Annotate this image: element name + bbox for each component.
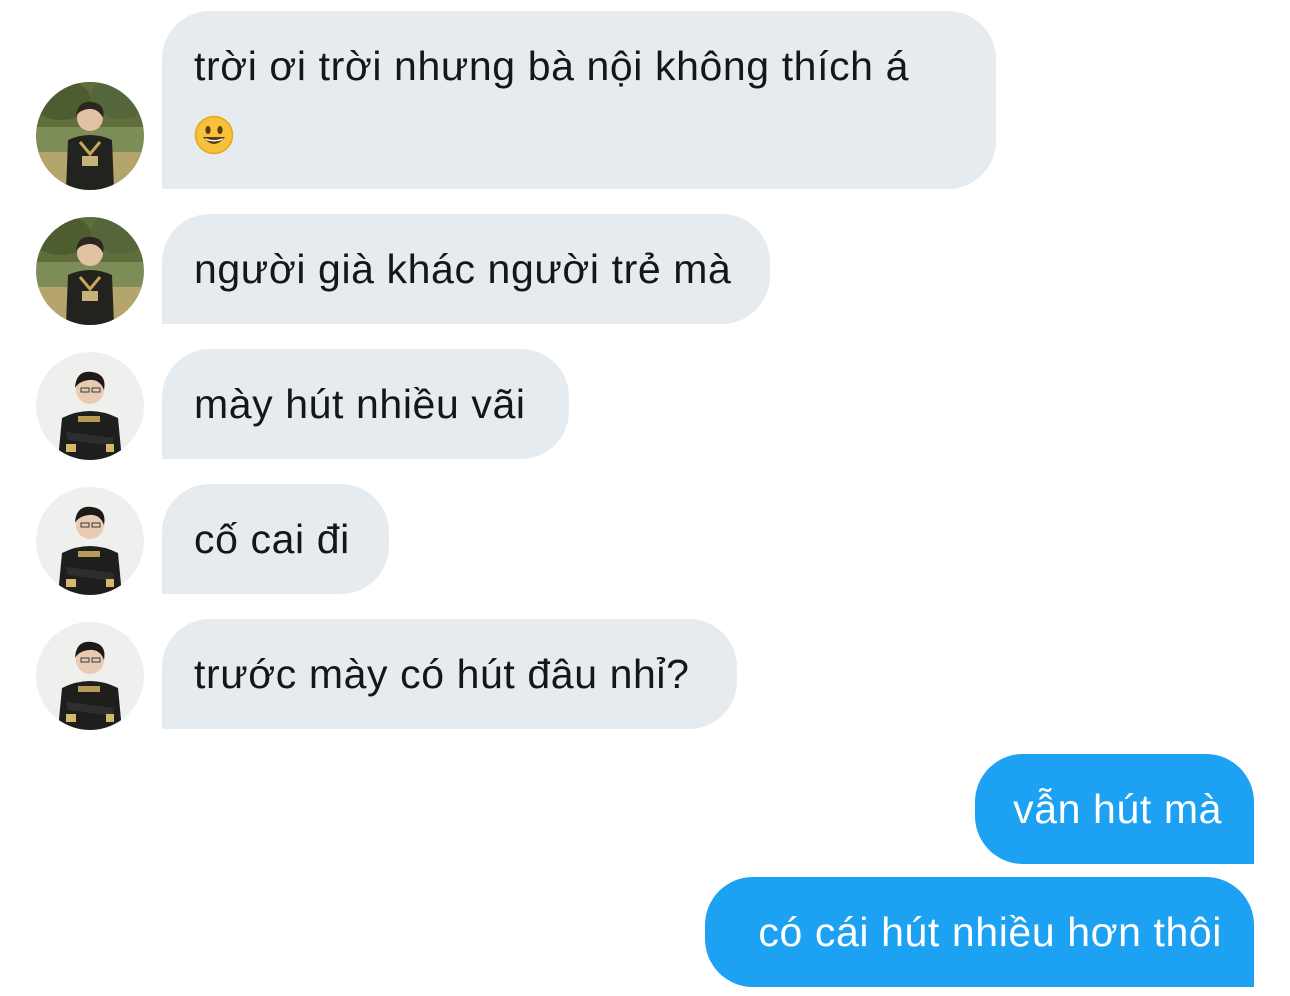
- message-text: người già khác người trẻ mà: [194, 246, 732, 292]
- message-text: cố cai đi: [194, 516, 350, 562]
- message-text: vẫn hút mà: [1013, 786, 1222, 832]
- avatar[interactable]: [36, 82, 144, 190]
- message-bubble-outgoing[interactable]: có cái hút nhiều hơn thôi: [705, 877, 1254, 987]
- message-bubble-outgoing[interactable]: vẫn hút mà: [975, 754, 1254, 864]
- message-bubble-incoming[interactable]: trời ơi trời nhưng bà nội không thích á: [162, 11, 996, 189]
- message-text: mày hút nhiều vãi: [194, 381, 526, 427]
- avatar[interactable]: [36, 217, 144, 325]
- message-bubble-incoming[interactable]: người già khác người trẻ mà: [162, 214, 770, 324]
- avatar[interactable]: [36, 622, 144, 730]
- message-bubble-incoming[interactable]: mày hút nhiều vãi: [162, 349, 569, 459]
- message-text: trời ơi trời nhưng bà nội không thích á: [194, 43, 909, 89]
- message-bubble-incoming[interactable]: trước mày có hút đâu nhỉ?: [162, 619, 737, 729]
- avatar[interactable]: [36, 487, 144, 595]
- message-bubble-incoming[interactable]: cố cai đi: [162, 484, 389, 594]
- message-text: trước mày có hút đâu nhỉ?: [194, 651, 690, 697]
- message-text: có cái hút nhiều hơn thôi: [758, 909, 1222, 955]
- avatar[interactable]: [36, 352, 144, 460]
- grinning-face-emoji: [194, 115, 234, 155]
